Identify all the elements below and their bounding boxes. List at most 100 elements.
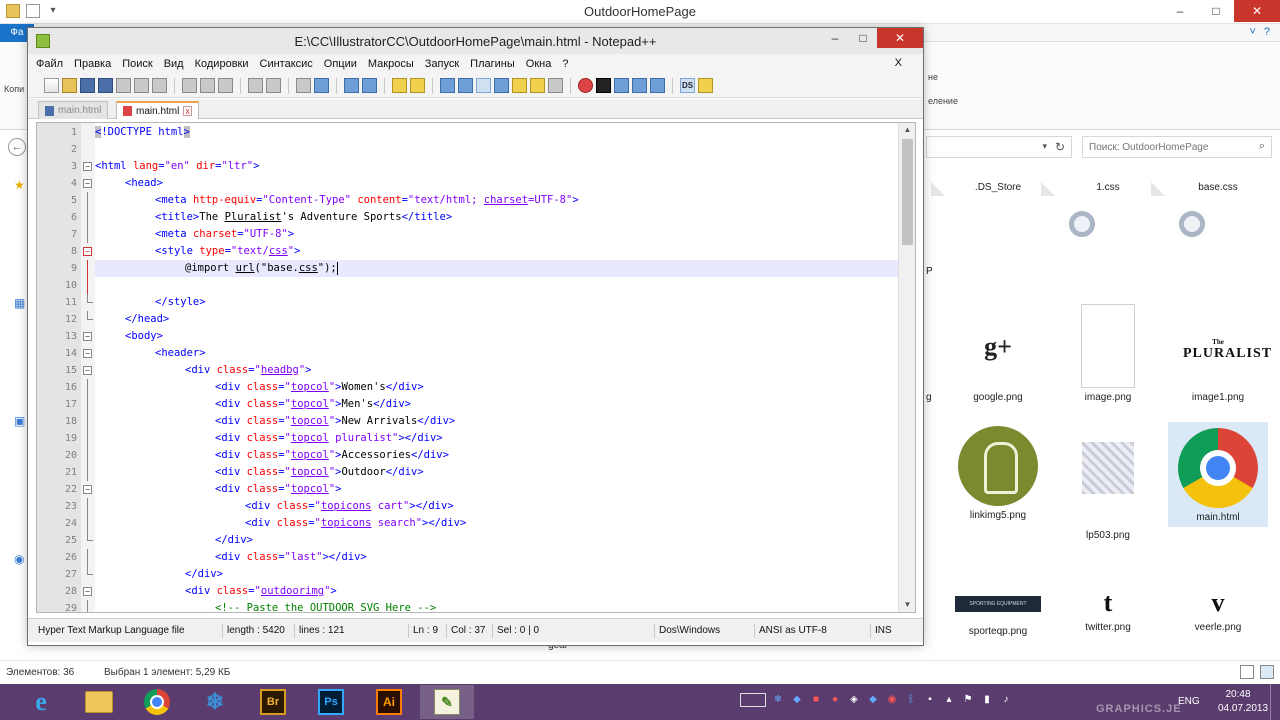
- stop-macro-icon[interactable]: [596, 78, 611, 93]
- ribbon-label-1[interactable]: не: [928, 72, 938, 82]
- menu-settings[interactable]: Опции: [324, 58, 357, 70]
- file-item[interactable]: t twitter.png: [1058, 570, 1158, 633]
- taskbar-explorer[interactable]: [72, 685, 126, 719]
- scroll-up-icon[interactable]: ▲: [899, 123, 915, 137]
- file-item[interactable]: The PLURALIST image1.png: [1168, 304, 1271, 403]
- tray-app-icon-3[interactable]: ◆: [866, 693, 880, 707]
- tray-red-icon-2[interactable]: ●: [828, 693, 842, 707]
- folder-as-workspace-icon[interactable]: [548, 78, 563, 93]
- find-icon[interactable]: [296, 78, 311, 93]
- code-editor[interactable]: 1 <!DOCTYPE html> 2 3 − <html lang="en" …: [36, 122, 916, 613]
- taskbar-illustrator[interactable]: Ai: [362, 685, 416, 719]
- menu-encoding[interactable]: Кодировки: [195, 58, 249, 70]
- fold-toggle[interactable]: −: [83, 247, 92, 256]
- print-icon[interactable]: [152, 78, 167, 93]
- file-item[interactable]: lp503.png: [1058, 426, 1158, 541]
- fold-toggle[interactable]: −: [83, 349, 92, 358]
- back-arrow-icon[interactable]: ←: [8, 138, 26, 156]
- ribbon-copy-label[interactable]: Копи: [4, 84, 24, 94]
- minimize-button[interactable]: –: [1162, 0, 1198, 22]
- file-item[interactable]: g+ google.png: [948, 304, 1048, 403]
- record-macro-icon[interactable]: [578, 78, 593, 93]
- maximize-button[interactable]: □: [849, 28, 877, 48]
- tray-red-icon[interactable]: ■: [809, 693, 823, 707]
- file-item[interactable]: .DS_Store: [931, 178, 1048, 196]
- open-file-icon[interactable]: [62, 78, 77, 93]
- file-item[interactable]: SPORTING EQUIPMENT sporteqp.png: [948, 570, 1048, 637]
- ds-plugin-icon[interactable]: DS: [680, 78, 695, 93]
- user-language-icon[interactable]: [494, 78, 509, 93]
- function-list-icon[interactable]: [530, 78, 545, 93]
- play-macro-icon[interactable]: [614, 78, 629, 93]
- scroll-thumb[interactable]: [902, 139, 913, 245]
- file-item[interactable]: 1.css: [1041, 178, 1158, 237]
- menu-file[interactable]: Файл: [36, 58, 63, 70]
- sync-vertical-icon[interactable]: [392, 78, 407, 93]
- action-center-flag-icon[interactable]: ⚑: [961, 693, 975, 707]
- fold-toggle[interactable]: −: [83, 366, 92, 375]
- search-box[interactable]: ⌕: [1082, 136, 1272, 158]
- file-item[interactable]: linkimg5.png: [948, 426, 1048, 521]
- cut-icon[interactable]: [182, 78, 197, 93]
- network-icon[interactable]: ▮: [980, 693, 994, 707]
- details-view-icon[interactable]: [1240, 665, 1254, 679]
- fold-toggle[interactable]: −: [83, 332, 92, 341]
- plugin-icon[interactable]: [698, 78, 713, 93]
- maximize-button[interactable]: □: [1198, 0, 1234, 22]
- tab-close-icon[interactable]: x: [183, 106, 192, 116]
- tray-app-icon-5[interactable]: ▪: [923, 693, 937, 707]
- close-document-icon[interactable]: X: [895, 57, 902, 69]
- file-item-selected[interactable]: main.html: [1168, 422, 1268, 527]
- snowflake-tray-icon[interactable]: ❄: [771, 693, 785, 707]
- star-icon[interactable]: ★: [14, 178, 25, 192]
- menu-window[interactable]: Окна: [526, 58, 552, 70]
- fold-toggle[interactable]: −: [83, 587, 92, 596]
- zoom-in-icon[interactable]: [344, 78, 359, 93]
- fold-toggle[interactable]: −: [83, 485, 92, 494]
- sync-horizontal-icon[interactable]: [410, 78, 425, 93]
- undo-icon[interactable]: [248, 78, 263, 93]
- chevron-down-icon[interactable]: ˅: [1249, 26, 1255, 38]
- ribbon-label-2[interactable]: еление: [928, 96, 958, 106]
- file-item[interactable]: v veerle.png: [1168, 570, 1268, 633]
- taskbar-chrome[interactable]: [130, 685, 184, 719]
- taskbar-notepadpp[interactable]: ✎: [420, 685, 474, 719]
- computer-icon[interactable]: ▣: [14, 414, 25, 428]
- file-item[interactable]: base.css: [1151, 178, 1268, 237]
- help-icon[interactable]: ?: [1264, 26, 1270, 38]
- clock[interactable]: 20:48 04.07.2013: [1218, 688, 1268, 716]
- chevron-up-icon[interactable]: ▴: [942, 693, 956, 707]
- large-icons-view-icon[interactable]: [1260, 665, 1274, 679]
- tab-main-html-1[interactable]: main.html: [38, 101, 109, 119]
- indent-guide-icon[interactable]: [476, 78, 491, 93]
- show-all-chars-icon[interactable]: [458, 78, 473, 93]
- menu-view[interactable]: Вид: [164, 58, 184, 70]
- show-desktop-button[interactable]: [1270, 684, 1280, 720]
- menu-edit[interactable]: Правка: [74, 58, 111, 70]
- close-button[interactable]: ✕: [877, 28, 923, 48]
- word-wrap-icon[interactable]: [440, 78, 455, 93]
- menu-run[interactable]: Запуск: [425, 58, 459, 70]
- save-all-icon[interactable]: [98, 78, 113, 93]
- paste-icon[interactable]: [218, 78, 233, 93]
- taskbar-snowflake[interactable]: ❄: [188, 685, 242, 719]
- network-icon[interactable]: ◉: [14, 552, 24, 566]
- file-item[interactable]: image.png: [1058, 304, 1158, 403]
- copy-icon[interactable]: [200, 78, 215, 93]
- taskbar-photoshop[interactable]: Ps: [304, 685, 358, 719]
- tray-app-icon-4[interactable]: ◉: [885, 693, 899, 707]
- save-icon[interactable]: [80, 78, 95, 93]
- run-macro-multiple-icon[interactable]: [632, 78, 647, 93]
- chevron-down-icon[interactable]: ▾: [1042, 141, 1047, 152]
- menu-search[interactable]: Поиск: [122, 58, 152, 70]
- code-area[interactable]: 1 <!DOCTYPE html> 2 3 − <html lang="en" …: [65, 123, 899, 612]
- volume-icon[interactable]: ♪: [999, 693, 1013, 707]
- menu-help[interactable]: ?: [562, 58, 568, 70]
- search-input[interactable]: [1083, 137, 1243, 157]
- refresh-icon[interactable]: ↻: [1055, 140, 1065, 154]
- library-icon[interactable]: ▦: [14, 296, 25, 310]
- redo-icon[interactable]: [266, 78, 281, 93]
- replace-icon[interactable]: [314, 78, 329, 93]
- search-icon[interactable]: ⌕: [1259, 140, 1265, 153]
- menu-macro[interactable]: Макросы: [368, 58, 414, 70]
